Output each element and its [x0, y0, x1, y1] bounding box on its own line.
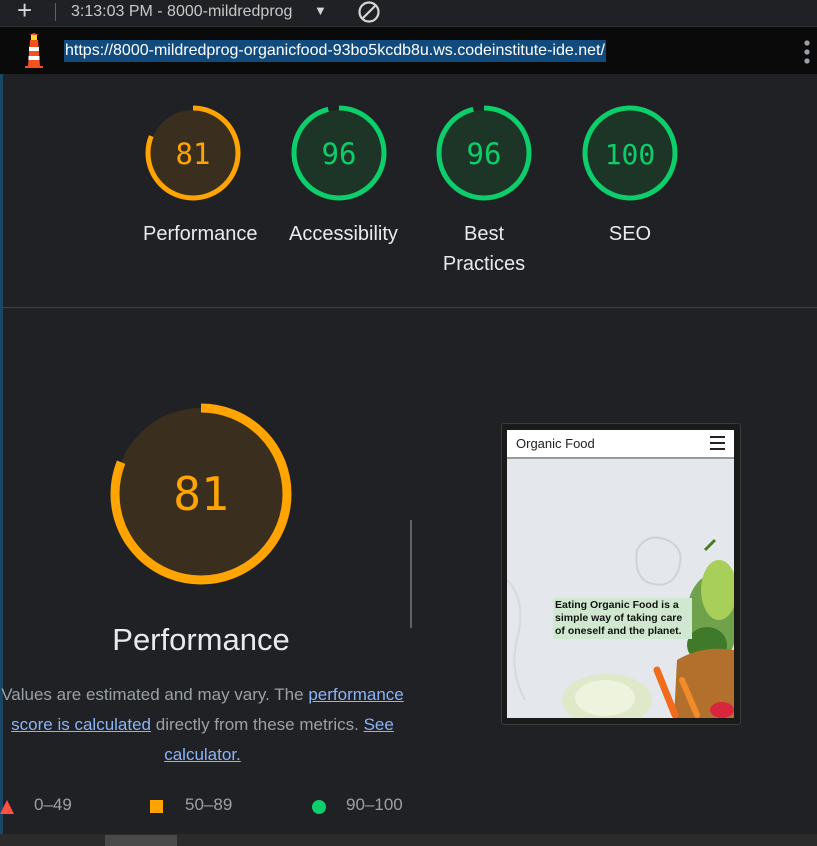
section-divider	[3, 307, 817, 308]
block-icon[interactable]	[357, 0, 381, 24]
page-screenshot[interactable]: Organic Food Eating Organic Food is a si…	[507, 430, 734, 718]
gauge-performance[interactable]: 81 Performance	[143, 105, 258, 249]
fail-triangle-icon	[0, 800, 14, 814]
preview-hero-text: Eating Organic Food is a simple way of t…	[553, 598, 692, 639]
performance-title: Performance	[112, 622, 290, 657]
legend-pass: 90–100	[346, 795, 403, 814]
window-titlebar: + 3:13:03 PM - 8000-mildredprog ▼	[0, 0, 817, 27]
lighthouse-icon	[25, 33, 43, 68]
score-value: 100	[605, 138, 656, 171]
average-square-icon	[150, 800, 163, 813]
gauge-best-practices[interactable]: 96 Best Practices	[434, 105, 534, 279]
score-value: 96	[467, 137, 502, 171]
gauge-seo[interactable]: 100 SEO	[580, 105, 680, 249]
desc-text: directly from these metrics.	[151, 715, 364, 734]
hamburger-icon	[710, 436, 725, 450]
url-bar: https://8000-mildredprog-organicfood-93b…	[0, 27, 817, 74]
score-value: 96	[322, 137, 357, 171]
window-title: 3:13:03 PM - 8000-mildredprog	[71, 3, 293, 20]
gauge-label: Performance	[143, 223, 258, 245]
plus-icon[interactable]: +	[17, 0, 32, 23]
gauge-label: SEO	[608, 223, 652, 245]
preview-navbar: Organic Food	[507, 430, 734, 459]
more-vert-icon[interactable]	[804, 39, 810, 65]
desc-text: Values are estimated and may vary. The	[1, 685, 309, 704]
legend-fail: 0–49	[34, 795, 72, 814]
gauge-ring: 100	[582, 105, 678, 201]
gauge-ring: 96	[291, 105, 387, 201]
url-text[interactable]: https://8000-mildredprog-organicfood-93b…	[64, 40, 606, 62]
gauge-label: Accessibility	[289, 223, 398, 245]
organic-food-hero-image	[507, 536, 734, 718]
preview-brand: Organic Food	[516, 436, 595, 451]
performance-score: 81	[173, 467, 228, 521]
chevron-down-icon[interactable]: ▼	[314, 3, 327, 18]
performance-description: Values are estimated and may vary. The p…	[0, 680, 405, 770]
scrollbar-thumb[interactable]	[105, 835, 177, 846]
performance-gauge-large: 81	[110, 403, 292, 585]
pass-circle-icon	[312, 800, 326, 814]
gauge-accessibility[interactable]: 96 Accessibility	[289, 105, 398, 249]
legend-average: 50–89	[185, 795, 233, 814]
vertical-divider	[410, 520, 412, 628]
gauge-ring: 81	[145, 105, 241, 201]
gauge-label: Best Practices	[442, 223, 526, 275]
score-value: 81	[176, 137, 211, 171]
toolbar-separator	[55, 3, 56, 21]
gauge-ring: 96	[436, 105, 532, 201]
